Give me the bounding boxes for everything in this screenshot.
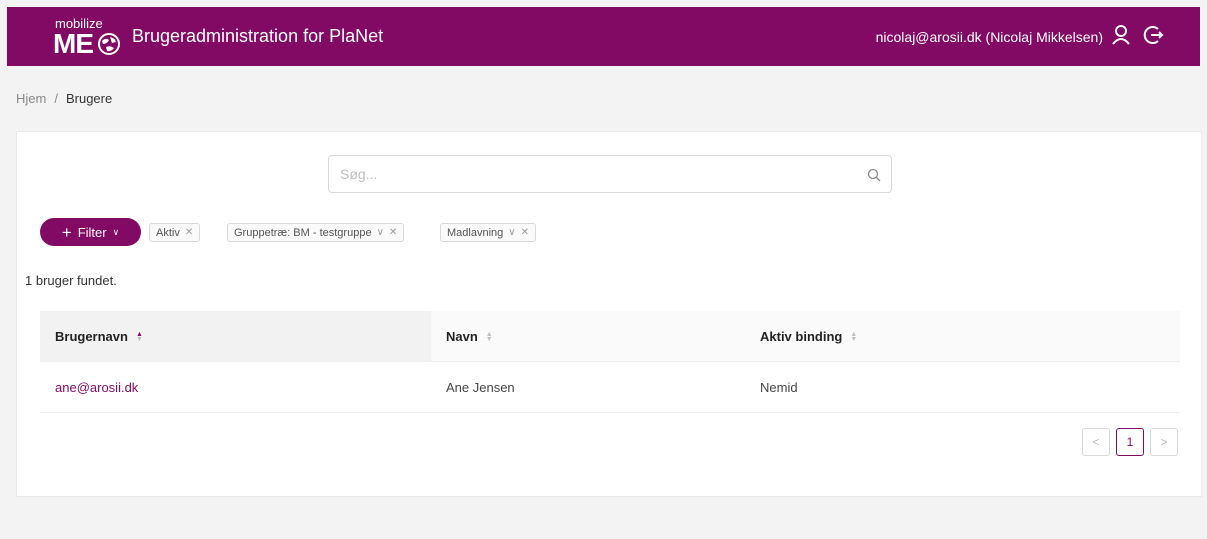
column-header-brugernavn[interactable]: Brugernavn ▲ ▼ bbox=[40, 311, 431, 362]
app-title: Brugeradministration for PlaNet bbox=[132, 26, 384, 46]
top-navbar: mobilize ME Brugeradministration for Pla… bbox=[7, 7, 1200, 66]
filter-tag-madlavning[interactable]: Madlavning ∨ ✕ bbox=[440, 223, 536, 242]
cell-navn: Ane Jensen bbox=[446, 379, 515, 395]
cell-aktiv-binding: Nemid bbox=[760, 379, 798, 395]
filter-button-label: Filter bbox=[77, 224, 107, 240]
globe-icon bbox=[98, 33, 120, 55]
filter-tag-gruppetrae[interactable]: Gruppetræ: BM - testgruppe ∨ ✕ bbox=[227, 223, 405, 242]
cell-brugernavn[interactable]: ane@arosii.dk bbox=[40, 362, 431, 412]
filter-tag-label: Aktiv bbox=[156, 226, 180, 239]
chevron-down-icon[interactable]: ∨ bbox=[377, 227, 384, 238]
search-input[interactable] bbox=[329, 156, 891, 192]
pagination-prev-button[interactable]: < bbox=[1082, 428, 1110, 456]
chevron-down-icon[interactable]: ∨ bbox=[508, 227, 515, 238]
search-box bbox=[328, 155, 892, 193]
column-header-aktiv-binding[interactable]: Aktiv binding ▲ ▼ bbox=[745, 311, 1180, 362]
pagination: < 1 > bbox=[1082, 428, 1178, 456]
search-icon[interactable] bbox=[867, 168, 881, 182]
column-header-navn[interactable]: Navn ▲ ▼ bbox=[431, 311, 745, 362]
sort-icon: ▲ ▼ bbox=[135, 330, 143, 343]
close-icon[interactable]: ✕ bbox=[185, 227, 193, 238]
users-table: Brugernavn ▲ ▼ Navn ▲ ▼ Aktiv binding ▲ ▼ a… bbox=[40, 311, 1180, 413]
breadcrumb: Hjem / Brugere bbox=[16, 91, 112, 106]
user-icon[interactable] bbox=[1110, 24, 1132, 46]
chevron-down-icon: ∨ bbox=[112, 226, 120, 237]
column-header-label: Navn bbox=[446, 329, 478, 344]
column-header-label: Aktiv binding bbox=[760, 329, 843, 344]
logo-me-text: ME bbox=[53, 28, 94, 59]
table-row[interactable]: ane@arosii.dk Ane Jensen Nemid bbox=[40, 362, 1180, 413]
sort-icon: ▲ ▼ bbox=[850, 330, 858, 343]
table-header: Brugernavn ▲ ▼ Navn ▲ ▼ Aktiv binding ▲ ▼ bbox=[40, 311, 1180, 362]
breadcrumb-separator: / bbox=[54, 91, 58, 106]
breadcrumb-home[interactable]: Hjem bbox=[16, 91, 46, 106]
pagination-next-button[interactable]: > bbox=[1150, 428, 1178, 456]
close-icon[interactable]: ✕ bbox=[521, 227, 529, 238]
filter-tag-label: Gruppetræ: BM - testgruppe bbox=[234, 226, 372, 239]
filter-button[interactable]: + Filter ∨ bbox=[40, 218, 141, 246]
breadcrumb-current: Brugere bbox=[65, 91, 113, 106]
close-icon[interactable]: ✕ bbox=[389, 227, 397, 238]
pagination-page-button[interactable]: 1 bbox=[1116, 428, 1144, 456]
filter-tag-label: Madlavning bbox=[447, 226, 504, 239]
sort-icon: ▲ ▼ bbox=[485, 330, 493, 343]
mobilize-me-logo[interactable]: mobilize ME bbox=[19, 13, 120, 61]
result-count: 1 bruger fundet. bbox=[25, 273, 117, 288]
filter-tag-aktiv[interactable]: Aktiv ✕ bbox=[149, 223, 201, 242]
plus-icon: + bbox=[61, 222, 72, 242]
column-header-label: Brugernavn bbox=[55, 329, 128, 344]
logout-icon[interactable] bbox=[1142, 24, 1164, 46]
users-card: + Filter ∨ Aktiv ✕ Gruppetræ: BM - testg… bbox=[16, 131, 1202, 497]
current-user: nicolaj@arosii.dk (Nicolaj Mikkelsen) bbox=[875, 29, 1103, 45]
